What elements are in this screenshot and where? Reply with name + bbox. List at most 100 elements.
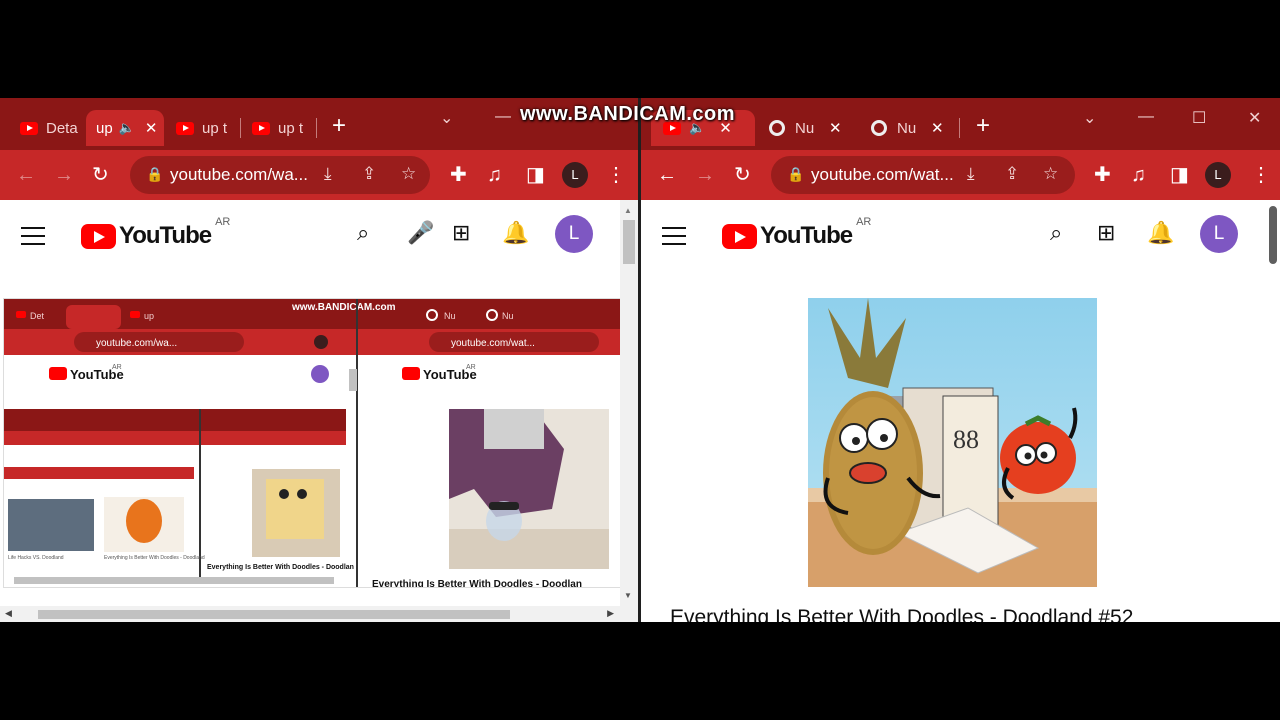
extensions-icon[interactable]: ✚ <box>450 163 467 187</box>
tab-active[interactable]: up 🔈 ✕ <box>86 110 164 146</box>
reload-icon[interactable]: ↻ <box>92 163 109 187</box>
hamburger-icon[interactable] <box>662 227 686 245</box>
lock-icon: 🔒 <box>146 166 164 182</box>
right-browser-window: 🔈 ✕ Nu ✕ Nu ✕ + ⌄ — ☐ ✕ ← → ↻ 🔒 youtube.… <box>641 98 1280 622</box>
youtube-header: YouTube AR ⌕ 🎤 ⊞ 🔔 L <box>0 200 638 270</box>
address-bar[interactable]: 🔒 youtube.com/wa... ⤓ ⇪ ☆ <box>130 156 430 194</box>
forward-icon[interactable]: → <box>54 163 74 187</box>
forward-icon[interactable]: → <box>695 163 715 187</box>
chrome-icon <box>871 120 887 136</box>
youtube-icon <box>176 121 194 135</box>
svg-text:Everything Is Better With Dood: Everything Is Better With Doodles - Dood… <box>207 564 354 571</box>
svg-text:Nu: Nu <box>502 311 514 321</box>
toolbar: ← → ↻ 🔒 youtube.com/wat... ⤓ ⇪ ☆ ✚ ♫ ◨ L… <box>641 150 1280 200</box>
youtube-play-icon <box>81 223 116 249</box>
svg-text:88: 88 <box>953 425 979 454</box>
svg-text:Det: Det <box>30 311 45 321</box>
tab-new-tab-2[interactable]: Nu ✕ <box>859 110 955 146</box>
lock-icon: 🔒 <box>787 166 805 182</box>
tab-separator <box>316 118 317 138</box>
account-avatar[interactable]: L <box>1200 215 1238 253</box>
horizontal-scrollbar[interactable]: ◀ ▶ <box>0 606 620 622</box>
install-icon[interactable]: ⤓ <box>967 164 975 184</box>
menu-icon[interactable]: ⋮ <box>606 163 626 187</box>
mic-icon[interactable]: 🎤 <box>407 220 434 246</box>
svg-text:AR: AR <box>466 364 476 371</box>
scroll-up-icon[interactable]: ▲ <box>624 206 632 215</box>
vertical-scrollbar[interactable]: ▲ ▼ <box>620 200 638 622</box>
tab-details[interactable]: Deta <box>8 110 84 146</box>
reload-icon[interactable]: ↻ <box>734 163 751 187</box>
video-thumbnail[interactable]: 88 <box>808 298 1097 587</box>
share-icon[interactable]: ⇪ <box>1005 164 1019 184</box>
side-panel-icon[interactable]: ◨ <box>1170 163 1189 187</box>
account-avatar[interactable]: L <box>555 215 593 253</box>
minimize-icon[interactable]: — <box>1138 108 1154 126</box>
svg-text:AR: AR <box>112 364 122 371</box>
side-panel-icon[interactable]: ◨ <box>526 163 545 187</box>
scroll-left-icon[interactable]: ◀ <box>5 608 12 619</box>
back-icon[interactable]: ← <box>657 163 677 187</box>
maximize-icon[interactable]: ☐ <box>1192 108 1206 128</box>
star-icon[interactable]: ☆ <box>1043 164 1058 184</box>
hamburger-icon[interactable] <box>21 227 45 245</box>
svg-text:Everything Is Better With Dood: Everything Is Better With Doodles - Dood… <box>104 555 205 561</box>
speaker-icon[interactable]: 🔈 <box>119 120 135 136</box>
chrome-icon <box>769 120 785 136</box>
close-tab-icon[interactable]: ✕ <box>931 119 944 137</box>
scroll-thumb-horizontal[interactable] <box>38 610 510 619</box>
left-browser-window: Deta up 🔈 ✕ up t up t + ⌄ — ← → ↻ 🔒 yout… <box>0 98 638 622</box>
star-icon[interactable]: ☆ <box>401 164 416 184</box>
svg-text:Life Hacks VS. Doodland: Life Hacks VS. Doodland <box>8 555 64 561</box>
tab-separator <box>959 118 960 138</box>
youtube-logo[interactable]: YouTube AR <box>722 216 871 250</box>
tab-new-tab-1[interactable]: Nu ✕ <box>757 110 853 146</box>
media-control-icon[interactable]: ♫ <box>487 163 502 187</box>
search-icon[interactable]: ⌕ <box>1050 220 1062 246</box>
tab-up-1[interactable]: up t <box>164 110 234 146</box>
close-tab-icon[interactable]: ✕ <box>145 119 158 137</box>
tab-strip: 🔈 ✕ Nu ✕ Nu ✕ + ⌄ — ☐ ✕ <box>641 98 1280 150</box>
youtube-logo[interactable]: YouTube AR <box>81 216 230 250</box>
toolbar: ← → ↻ 🔒 youtube.com/wa... ⤓ ⇪ ☆ ✚ ♫ ◨ L … <box>0 150 638 200</box>
new-tab-button[interactable]: + <box>976 112 990 140</box>
minimize-icon[interactable]: — <box>495 108 511 126</box>
close-tab-icon[interactable]: ✕ <box>829 119 842 137</box>
svg-text:youtube.com/wat...: youtube.com/wat... <box>451 338 535 349</box>
tab-search-icon[interactable]: ⌄ <box>1083 108 1096 128</box>
scroll-right-icon[interactable]: ▶ <box>607 608 614 619</box>
profile-avatar[interactable]: L <box>1205 162 1231 188</box>
notifications-icon[interactable]: 🔔 <box>502 220 529 246</box>
search-icon[interactable]: ⌕ <box>357 220 369 246</box>
svg-text:Everything Is Better With Dood: Everything Is Better With Doodles - Dood… <box>372 579 582 587</box>
extensions-icon[interactable]: ✚ <box>1094 163 1111 187</box>
back-icon[interactable]: ← <box>16 163 36 187</box>
svg-text:up: up <box>144 311 154 321</box>
youtube-icon <box>252 121 270 135</box>
menu-icon[interactable]: ⋮ <box>1251 163 1271 187</box>
share-icon[interactable]: ⇪ <box>362 164 376 184</box>
install-icon[interactable]: ⤓ <box>324 164 332 184</box>
tab-search-icon[interactable]: ⌄ <box>440 108 453 128</box>
video-title[interactable]: Everything Is Better With Doodles - Dood… <box>670 606 1133 622</box>
address-bar[interactable]: 🔒 youtube.com/wat... ⤓ ⇪ ☆ <box>771 156 1075 194</box>
scroll-thumb[interactable] <box>1269 206 1277 264</box>
svg-text:Nu: Nu <box>444 311 456 321</box>
bandicam-watermark: www.BANDICAM.com <box>520 103 736 125</box>
create-video-icon[interactable]: ⊞ <box>1097 220 1115 246</box>
scroll-thumb[interactable] <box>623 220 635 264</box>
close-window-icon[interactable]: ✕ <box>1248 108 1261 128</box>
tab-up-2[interactable]: up t <box>240 110 310 146</box>
svg-text:www.BANDICAM.com: www.BANDICAM.com <box>291 302 396 313</box>
youtube-play-icon <box>722 223 757 249</box>
notifications-icon[interactable]: 🔔 <box>1147 220 1174 246</box>
video-player-recursive-capture[interactable]: Det up Nu Nu www.BANDICAM.com youtube.co… <box>3 298 622 588</box>
svg-text:youtube.com/wa...: youtube.com/wa... <box>96 338 177 349</box>
profile-avatar[interactable]: L <box>562 162 588 188</box>
create-video-icon[interactable]: ⊞ <box>452 220 470 246</box>
youtube-header: YouTube AR ⌕ ⊞ 🔔 L <box>641 200 1280 270</box>
media-control-icon[interactable]: ♫ <box>1131 163 1146 187</box>
scroll-down-icon[interactable]: ▼ <box>624 591 632 600</box>
new-tab-button[interactable]: + <box>332 112 346 140</box>
youtube-icon <box>20 121 38 135</box>
